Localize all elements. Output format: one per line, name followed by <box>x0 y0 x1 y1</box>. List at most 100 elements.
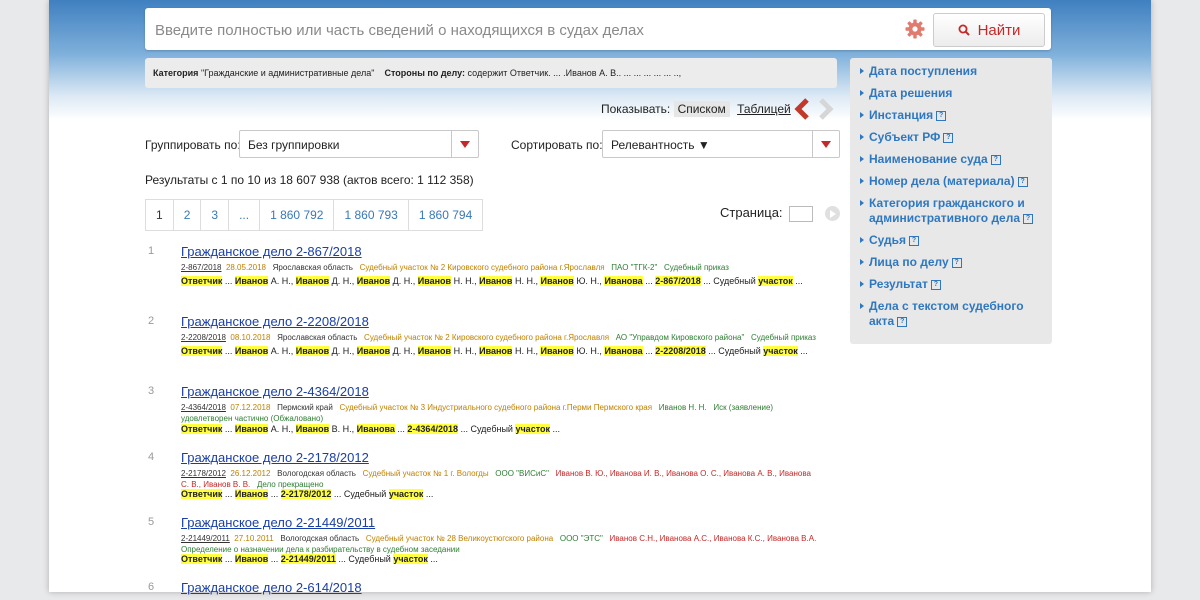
snippet-text: Д. Н., <box>390 276 418 286</box>
sidebar-facet-item[interactable]: Дата поступления <box>850 64 1052 79</box>
help-icon[interactable]: ? <box>1023 213 1034 224</box>
list-item: 5 Гражданское дело 2-21449/2011 2-21449/… <box>145 515 835 577</box>
help-icon[interactable]: ? <box>943 132 954 143</box>
sidebar-facet-item[interactable]: Дела с текстом судебного акта? <box>850 299 1052 329</box>
snippet-text: Д. Н., <box>329 276 357 286</box>
snippet-highlight: участок <box>393 554 428 564</box>
filter-sidebar: Дата поступления Дата решения Инстанция? Су… <box>850 58 1052 344</box>
snippet-text: В. Н., <box>329 424 357 434</box>
case-number-link[interactable]: 2-21449/2011 <box>181 534 230 543</box>
snippet-highlight: Ответчик <box>181 276 223 286</box>
active-filters: Категория "Гражданские и административны… <box>145 58 837 88</box>
snippet-highlight: Иванов <box>234 424 269 434</box>
help-icon[interactable]: ? <box>909 235 920 246</box>
snippet-highlight: 2-21449/2011 <box>280 554 336 564</box>
snippet-text: ... <box>222 489 235 499</box>
snippet-highlight: участок <box>388 489 424 499</box>
view-mode-switch: Показывать: Списком Таблицей <box>601 99 791 119</box>
sidebar-facet-item[interactable]: Категория гражданского и административно… <box>850 196 1052 226</box>
view-list-toggle[interactable]: Списком <box>673 101 730 117</box>
help-icon[interactable]: ? <box>990 154 1001 165</box>
chevron-left-icon[interactable] <box>794 98 809 120</box>
snippet-highlight: Ответчик <box>181 489 223 499</box>
snippet-highlight: 2-867/2018 <box>655 276 701 286</box>
page-link[interactable]: 1 860 793 <box>334 200 409 230</box>
snippet-highlight: Иванов <box>540 346 574 356</box>
group-by-select[interactable]: Без группировки <box>239 130 479 158</box>
result-meta: 2-2178/2012 26.12.2012 Вологодская облас… <box>181 468 821 490</box>
result-meta: 2-21449/2011 27.10.2011 Вологодская обла… <box>181 533 821 555</box>
snippet-text: Ю. Н., <box>573 276 605 286</box>
sidebar-facet-item[interactable]: Субъект РФ? <box>850 130 1052 145</box>
search-bar: Найти <box>145 8 1051 52</box>
group-by-label: Группировать по: <box>145 138 241 152</box>
snippet-highlight: Иванов <box>479 276 513 286</box>
snippet-text: ... <box>222 276 235 286</box>
find-button[interactable]: Найти <box>933 13 1045 47</box>
result-title-link[interactable]: Гражданское дело 2-21449/2011 <box>181 515 375 530</box>
result-number: 6 <box>148 581 155 593</box>
case-number-link[interactable]: 2-2208/2018 <box>181 333 226 342</box>
help-icon[interactable]: ? <box>897 316 908 327</box>
sidebar-facet-item[interactable]: Результат? <box>850 277 1052 292</box>
sidebar-facet-item[interactable]: Наименование суда? <box>850 152 1052 167</box>
case-number-link[interactable]: 2-4364/2018 <box>181 403 226 412</box>
snippet-text: Д. Н., <box>390 346 418 356</box>
go-arrow-icon[interactable] <box>824 206 840 222</box>
snippet-highlight: участок <box>763 346 798 356</box>
page-link[interactable]: 3 <box>201 200 230 230</box>
case-party: АО "Управдом Кировского района" <box>615 333 745 342</box>
page-link[interactable]: ... <box>229 200 261 230</box>
sidebar-facet-item[interactable]: Лица по делу? <box>850 255 1052 270</box>
sidebar-facet-label: Дата поступления <box>869 64 978 78</box>
help-icon[interactable]: ? <box>930 279 941 290</box>
sidebar-facet-item[interactable]: Судья? <box>850 233 1052 248</box>
result-snippet: Ответчик ... Иванов ... 2-21449/2011 ...… <box>181 553 821 566</box>
snippet-text: ... <box>792 276 803 286</box>
sort-by-value: Релевантность ▼ <box>611 138 710 152</box>
snippet-highlight: Иванов <box>417 276 452 286</box>
snippet-text: Н. Н., <box>451 276 480 286</box>
sidebar-facet-item[interactable]: Дата решения <box>850 86 1052 101</box>
sidebar-facet-item[interactable]: Номер дела (материала)? <box>850 174 1052 189</box>
page-link[interactable]: 1 860 794 <box>409 200 482 230</box>
result-title-link[interactable]: Гражданское дело 2-4364/2018 <box>181 384 369 399</box>
case-number-link[interactable]: 2-867/2018 <box>181 263 221 272</box>
result-title-link[interactable]: Гражданское дело 2-2178/2012 <box>181 450 369 465</box>
page-link[interactable]: 2 <box>174 200 202 230</box>
filter-parties-value: содержит Ответчик. ... .Иванов А. В.. ..… <box>467 68 682 78</box>
view-table-toggle[interactable]: Таблицей <box>737 102 791 116</box>
result-nav-arrows <box>794 98 834 120</box>
result-title-link[interactable]: Гражданское дело 2-867/2018 <box>181 244 362 259</box>
gear-icon[interactable] <box>905 19 925 39</box>
page-jump-label: Страница: <box>720 205 783 220</box>
results-count: Результаты с 1 по 10 из 18 607 938 (акто… <box>145 173 474 187</box>
sort-by-select[interactable]: Релевантность ▼ <box>602 130 840 158</box>
result-number: 1 <box>148 245 155 257</box>
help-icon[interactable]: ? <box>1017 176 1028 187</box>
snippet-highlight: Иванов <box>234 346 269 356</box>
sidebar-facet-label: Инстанция <box>869 108 934 122</box>
help-icon[interactable]: ? <box>936 110 947 121</box>
result-snippet: Ответчик ... Иванов А. Н., Иванов В. Н.,… <box>181 423 821 436</box>
case-number-link[interactable]: 2-2178/2012 <box>181 469 226 478</box>
snippet-text: ... Судебный <box>335 554 394 564</box>
result-title-link[interactable]: Гражданское дело 2-2208/2018 <box>181 314 369 329</box>
sidebar-facet-item[interactable]: Инстанция? <box>850 108 1052 123</box>
chevron-right-icon[interactable] <box>819 98 834 120</box>
search-input[interactable] <box>153 8 897 52</box>
help-icon[interactable]: ? <box>951 257 962 268</box>
page-jump-input[interactable] <box>789 205 814 222</box>
result-number: 2 <box>148 315 155 327</box>
snippet-highlight: 2-4364/2018 <box>407 424 458 434</box>
snippet-text: ... <box>268 554 281 564</box>
sidebar-facet-label: Судья <box>869 233 907 247</box>
list-item: 4 Гражданское дело 2-2178/2012 2-2178/20… <box>145 450 835 512</box>
case-party: Иванов Н. Н. <box>658 403 707 412</box>
case-court: Судебный участок № 1 г. Вологды <box>362 469 489 478</box>
snippet-text: Н. Н., <box>451 346 480 356</box>
page-link[interactable]: 1 860 792 <box>260 200 335 230</box>
result-title-link[interactable]: Гражданское дело 2-614/2018 <box>181 580 362 595</box>
case-result: Судебный приказ <box>663 263 729 272</box>
page-link[interactable]: 1 <box>146 200 174 230</box>
